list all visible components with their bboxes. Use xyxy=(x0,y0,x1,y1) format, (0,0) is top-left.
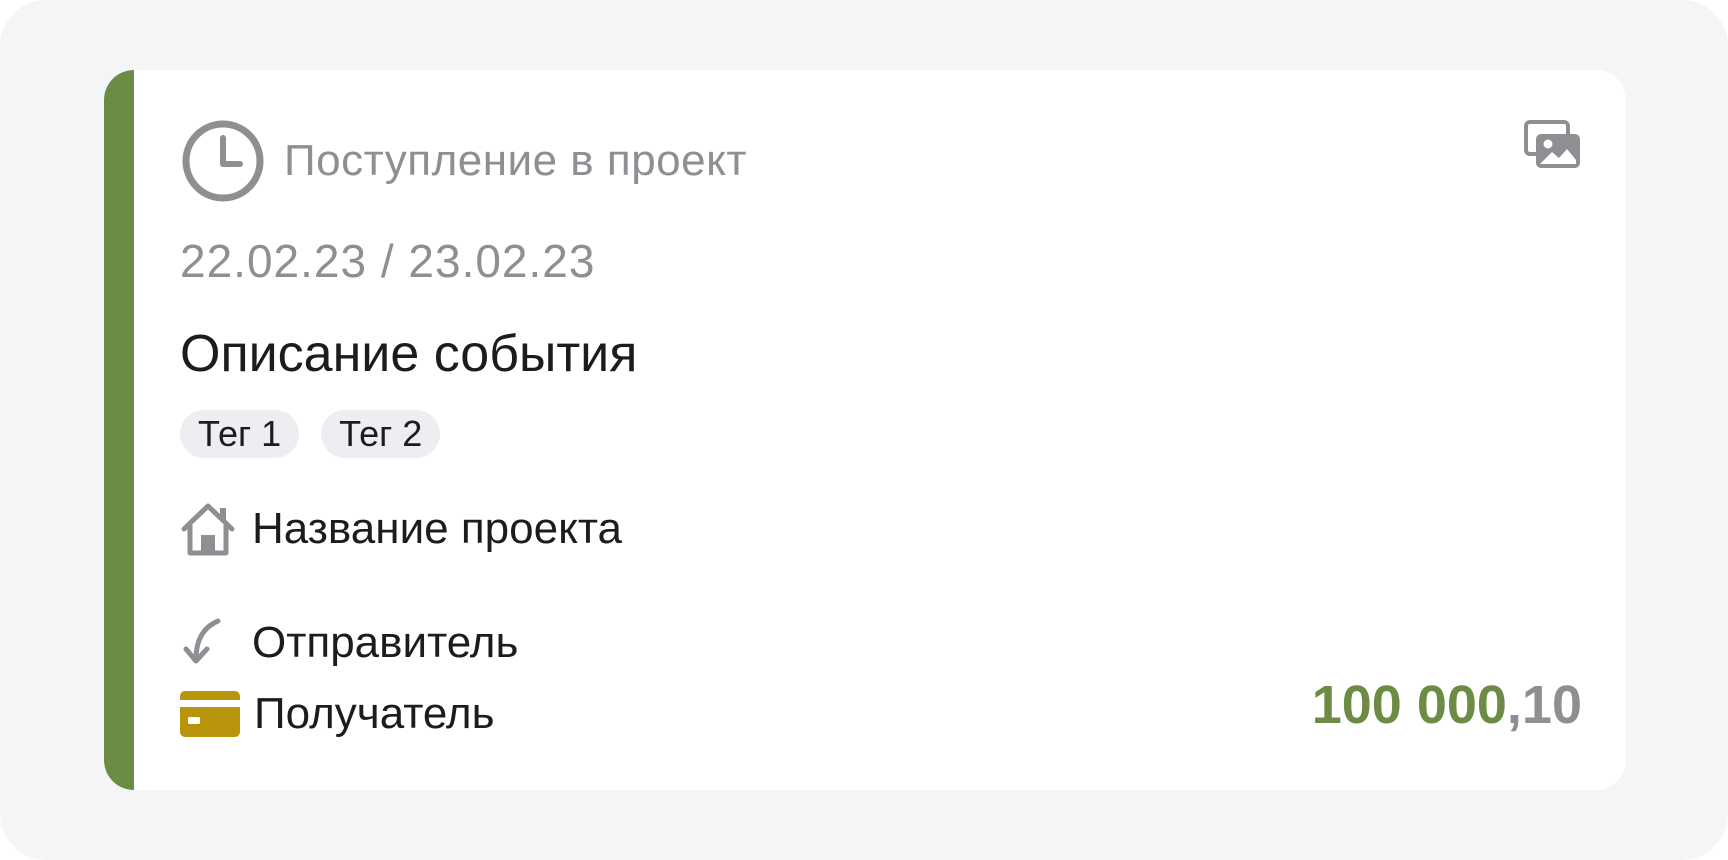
tag-list: Тег 1 Тег 2 xyxy=(180,410,441,458)
project-row[interactable]: Название проекта xyxy=(178,494,622,564)
arrow-down-left-icon xyxy=(183,618,221,664)
tag[interactable]: Тег 1 xyxy=(180,410,300,458)
page-background: Поступление в проект 22.02.23 / 23.02.23… xyxy=(0,0,1728,860)
sender-name: Отправитель xyxy=(252,618,519,667)
recipient-row: Получатель xyxy=(180,682,495,746)
event-dates: 22.02.23 / 23.02.23 xyxy=(180,235,596,287)
amount-integer: 100 000 xyxy=(1311,675,1507,735)
event-amount: 100 000,10 xyxy=(1312,674,1582,736)
status-label: Поступление в проект xyxy=(284,136,748,185)
gallery-icon[interactable] xyxy=(1524,120,1582,170)
card-accent-bar xyxy=(104,70,134,790)
clock-icon xyxy=(182,120,264,202)
project-name: Название проекта xyxy=(252,504,622,553)
house-icon xyxy=(181,503,235,556)
tag[interactable]: Тег 2 xyxy=(321,410,441,458)
recipient-name: Получатель xyxy=(254,689,495,738)
card-icon xyxy=(180,691,240,737)
event-status: Поступление в проект xyxy=(180,118,747,204)
event-description: Описание события xyxy=(180,325,638,383)
amount-fraction: ,10 xyxy=(1506,675,1582,735)
sender-row: Отправитель xyxy=(180,610,518,676)
event-card[interactable]: Поступление в проект 22.02.23 / 23.02.23… xyxy=(104,70,1626,790)
